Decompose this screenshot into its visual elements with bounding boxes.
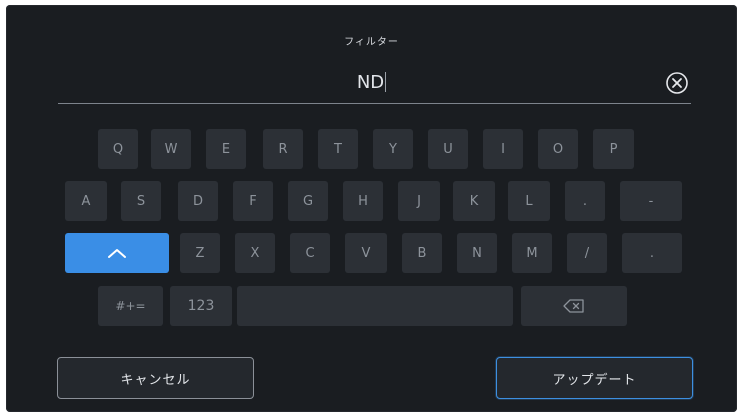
key-y[interactable]: Y — [373, 129, 413, 169]
key-m[interactable]: M — [512, 233, 552, 273]
key-q[interactable]: Q — [98, 129, 138, 169]
key-r[interactable]: R — [263, 129, 303, 169]
key-a[interactable]: A — [65, 181, 107, 221]
key-p[interactable]: P — [593, 129, 634, 169]
key-n[interactable]: N — [457, 233, 497, 273]
text-caret — [385, 72, 387, 92]
key-hyphen[interactable]: - — [620, 181, 682, 221]
filter-dialog: フィルター ND Q W E R T Y U I O P A S D F G H… — [6, 5, 737, 412]
filter-input-value: ND — [356, 72, 385, 93]
update-button[interactable]: アップデート — [496, 357, 693, 399]
clear-circle-x-icon — [666, 72, 688, 94]
input-underline — [58, 103, 691, 104]
symbols-key[interactable]: #+= — [98, 286, 163, 326]
clear-input-button[interactable] — [665, 71, 689, 95]
key-d[interactable]: D — [178, 181, 218, 221]
key-g[interactable]: G — [288, 181, 328, 221]
key-z[interactable]: Z — [180, 233, 220, 273]
key-u[interactable]: U — [428, 129, 468, 169]
key-h[interactable]: H — [343, 181, 383, 221]
key-k[interactable]: K — [453, 181, 495, 221]
screen: フィルター ND Q W E R T Y U I O P A S D F G H… — [0, 0, 743, 417]
backspace-icon — [563, 299, 584, 313]
key-period[interactable]: . — [565, 181, 605, 221]
key-e[interactable]: E — [206, 129, 246, 169]
key-v[interactable]: V — [345, 233, 387, 273]
backspace-key[interactable] — [521, 286, 627, 326]
space-key[interactable] — [237, 286, 513, 326]
chevron-up-icon — [108, 249, 126, 258]
key-f[interactable]: F — [233, 181, 273, 221]
key-j[interactable]: J — [398, 181, 440, 221]
key-t[interactable]: T — [318, 129, 358, 169]
filter-input[interactable]: ND — [6, 70, 737, 96]
key-slash[interactable]: / — [567, 233, 607, 273]
key-l[interactable]: L — [508, 181, 550, 221]
key-x[interactable]: X — [235, 233, 275, 273]
numbers-key[interactable]: 123 — [170, 286, 232, 326]
dialog-title: フィルター — [344, 37, 399, 48]
key-o[interactable]: O — [538, 129, 578, 169]
cancel-button[interactable]: キャンセル — [57, 357, 254, 399]
key-c[interactable]: C — [290, 233, 330, 273]
key-s[interactable]: S — [121, 181, 161, 221]
key-w[interactable]: W — [151, 129, 191, 169]
key-dot[interactable]: . — [622, 233, 682, 273]
shift-key[interactable] — [65, 233, 169, 273]
key-b[interactable]: B — [402, 233, 442, 273]
key-i[interactable]: I — [483, 129, 523, 169]
